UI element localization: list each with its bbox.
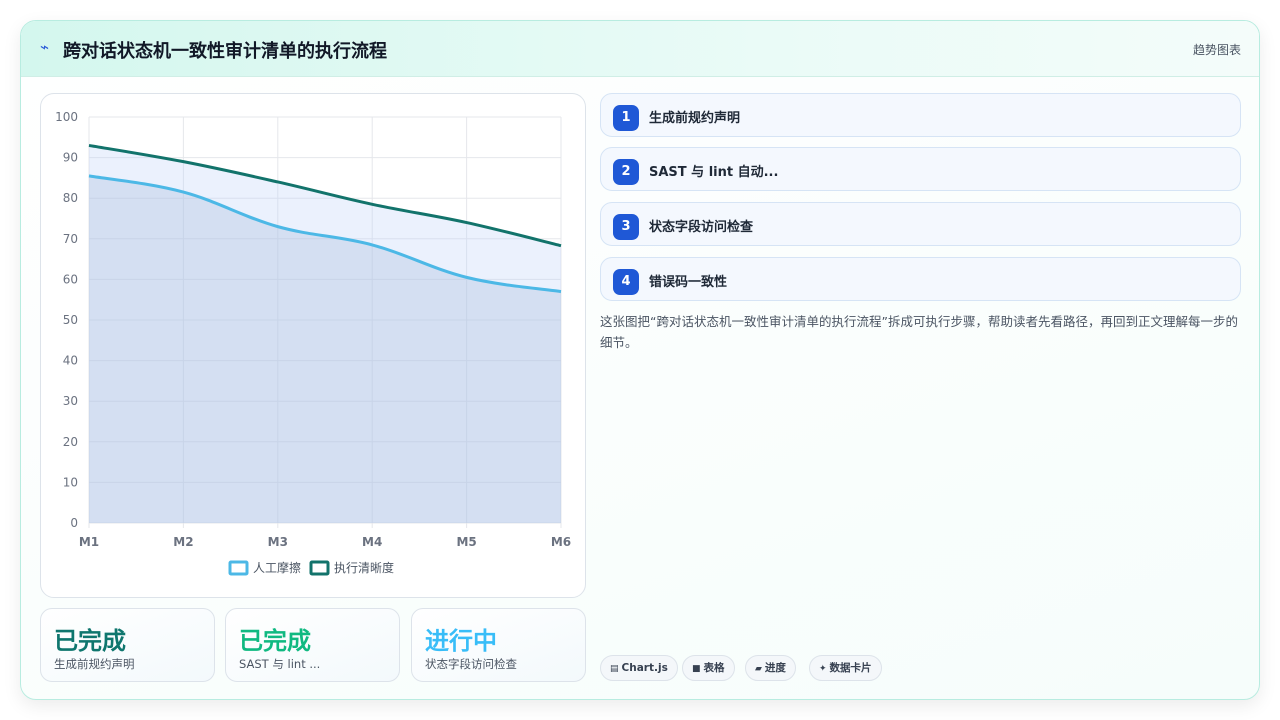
- status-card-1: 已完成 生成前规约声明: [40, 608, 215, 682]
- chip-label: 进度: [764, 662, 786, 674]
- chip-progress[interactable]: ▰ 进度: [745, 655, 796, 681]
- legend-swatch: [309, 560, 330, 576]
- step-number: 3: [613, 214, 639, 240]
- legend-label: 执行清晰度: [334, 560, 394, 575]
- step-item-4[interactable]: 4 错误码一致性: [600, 257, 1241, 301]
- y-tick-label: 50: [63, 313, 78, 327]
- step-item-2[interactable]: 2 SAST 与 lint 自动...: [600, 147, 1241, 191]
- table-icon: ■: [692, 664, 701, 674]
- chart-panel: 0 10 20 30 40 50 60 70 80 90 100 M1 M2 M3 M4 M5 M6 人工摩擦 执行…: [40, 93, 586, 598]
- sparkle-icon: ✦: [819, 664, 827, 674]
- legend-swatch: [228, 560, 249, 576]
- y-tick-label: 70: [63, 232, 78, 246]
- main-card: ⌁ 跨对话状态机一致性审计清单的执行流程 趋势图表 0 10 20 30 40 50 60 7…: [20, 20, 1260, 700]
- y-tick-label: 30: [63, 394, 78, 408]
- step-label: 状态字段访问检查: [649, 220, 754, 235]
- status-value: 进行中: [425, 627, 497, 655]
- step-item-3[interactable]: 3 状态字段访问检查: [600, 202, 1241, 246]
- status-value: 已完成: [239, 627, 311, 655]
- status-card-3: 进行中 状态字段访问检查: [411, 608, 586, 682]
- step-label: 错误码一致性: [649, 275, 728, 290]
- chip-data-card[interactable]: ✦ 数据卡片: [809, 655, 882, 681]
- chip-chartjs[interactable]: ▤ Chart.js: [600, 655, 678, 681]
- progress-icon: ▰: [755, 664, 762, 674]
- y-tick-label: 40: [63, 354, 78, 368]
- x-tick-label: M5: [456, 535, 476, 549]
- chip-table[interactable]: ■ 表格: [682, 655, 735, 681]
- legend-label: 人工摩擦: [253, 560, 301, 575]
- x-tick-label: M6: [551, 535, 571, 549]
- chart-icon: ▤: [610, 664, 619, 674]
- status-caption: 状态字段访问检查: [425, 657, 517, 671]
- step-label: SAST 与 lint 自动...: [649, 165, 779, 180]
- chart-description: 这张图把“跨对话状态机一致性审计清单的执行流程”拆成可执行步骤，帮助读者先看路径…: [600, 314, 1238, 350]
- step-number: 1: [613, 105, 639, 131]
- chip-label: 表格: [703, 662, 725, 674]
- x-tick-label: M1: [79, 535, 99, 549]
- x-tick-label: M4: [362, 535, 382, 549]
- line-chart: 0 10 20 30 40 50 60 70 80 90 100 M1 M2 M3 M4 M5 M6 人工摩擦 执行…: [55, 110, 571, 576]
- page-title: 跨对话状态机一致性审计清单的执行流程: [63, 41, 387, 62]
- chip-label: Chart.js: [621, 662, 668, 674]
- chart-type-tag: 趋势图表: [1192, 43, 1241, 57]
- y-tick-label: 10: [63, 475, 78, 489]
- status-card-2: 已完成 SAST 与 lint ...: [225, 608, 400, 682]
- step-item-1[interactable]: 1 生成前规约声明: [600, 93, 1241, 137]
- x-tick-label: M3: [268, 535, 288, 549]
- step-number: 2: [613, 159, 639, 185]
- x-tick-label: M2: [173, 535, 193, 549]
- y-tick-label: 80: [63, 191, 78, 205]
- status-value: 已完成: [54, 627, 126, 655]
- chip-label: 数据卡片: [829, 662, 872, 674]
- y-tick-label: 100: [55, 110, 78, 124]
- step-label: 生成前规约声明: [649, 111, 741, 126]
- step-number: 4: [613, 269, 639, 295]
- y-tick-label: 0: [70, 516, 78, 530]
- status-caption: SAST 与 lint ...: [239, 657, 321, 671]
- y-tick-label: 90: [63, 151, 78, 165]
- status-caption: 生成前规约声明: [54, 657, 135, 671]
- y-tick-label: 20: [63, 435, 78, 449]
- lightning-icon: ⌁: [40, 38, 50, 56]
- y-tick-label: 60: [63, 272, 78, 286]
- card-header: ⌁ 跨对话状态机一致性审计清单的执行流程 趋势图表: [21, 21, 1259, 77]
